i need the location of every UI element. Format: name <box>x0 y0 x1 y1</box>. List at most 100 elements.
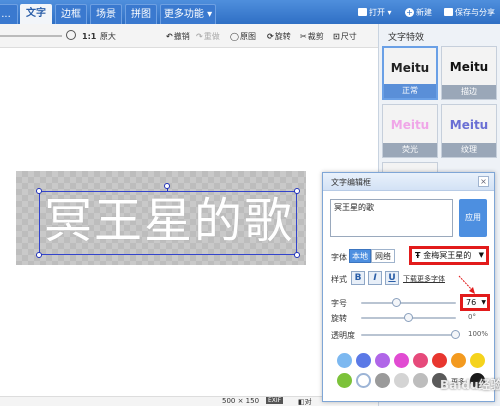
scissors-icon: ✂ <box>300 32 307 41</box>
watermark: Baidu经验 <box>440 378 500 392</box>
dialog-title: 文字编辑框 <box>331 178 371 187</box>
font-icon: Ŧ <box>415 251 424 260</box>
resize-button[interactable]: ⊡尺寸 <box>333 31 357 43</box>
underline-button[interactable]: U <box>385 271 399 285</box>
opacity-slider-knob[interactable] <box>451 330 460 339</box>
save-icon <box>444 8 453 16</box>
zoom-slider[interactable] <box>0 35 62 37</box>
undo-icon: ↶ <box>166 32 173 41</box>
chevron-down-icon: ▼ <box>478 251 484 259</box>
text-editor-dialog: 文字编辑框 × 冥王星的歌 应用 字体 本地 网络 Ŧ 金梅冥王星的 ▼ 样式 B… <box>322 172 495 402</box>
effect-texture[interactable]: Meitu 纹理 <box>441 104 497 158</box>
rotate-icon: ⟳ <box>267 32 274 41</box>
resize-icon: ⊡ <box>333 32 340 41</box>
italic-button[interactable]: I <box>368 271 382 285</box>
image-dimensions: 500 × 150 <box>222 397 260 405</box>
size-label: 字号 <box>331 299 347 308</box>
font-source-local[interactable]: 本地 <box>349 249 371 263</box>
color-swatch[interactable] <box>413 373 428 388</box>
save-share-button[interactable]: 保存与分享 <box>444 5 495 20</box>
rotate-label: 旋转 <box>274 32 291 41</box>
compare-icon: ◧ <box>298 398 305 406</box>
tab-more-features[interactable]: 更多功能 ▾ <box>160 4 216 24</box>
new-label: 新建 <box>416 8 432 17</box>
rotate-button[interactable]: ⟳旋转 <box>267 31 291 43</box>
close-icon[interactable]: × <box>478 176 489 187</box>
canvas-toolbar: 1:1 原大 ↶撤销 ↷重做 ◯原图 ⟳旋转 ✂裁剪 ⊡尺寸 <box>0 24 378 48</box>
color-swatch-selected[interactable] <box>356 373 371 388</box>
crop-button[interactable]: ✂裁剪 <box>300 31 324 43</box>
resize-handle-top-right[interactable] <box>294 188 300 194</box>
redo-label: 重做 <box>203 32 220 41</box>
text-selection-box[interactable] <box>39 191 297 255</box>
font-source-online[interactable]: 网络 <box>371 249 395 263</box>
effect-preview: Meitu <box>449 118 489 132</box>
folder-icon <box>358 8 367 16</box>
color-swatch[interactable] <box>375 353 390 368</box>
effect-label: 纹理 <box>442 143 496 157</box>
resize-handle-bottom-left[interactable] <box>36 252 42 258</box>
opacity-label: 透明度 <box>331 331 355 340</box>
rotate-value: 0° <box>468 313 476 321</box>
compare-label: 对 <box>304 398 312 406</box>
original-image-button[interactable]: ◯原图 <box>230 31 256 43</box>
size-slider-knob[interactable] <box>392 298 401 307</box>
exif-badge[interactable]: EXIF <box>266 397 284 404</box>
bold-button[interactable]: B <box>351 271 365 285</box>
opacity-value: 100% <box>468 330 489 338</box>
size-slider[interactable] <box>361 302 456 304</box>
zoom-original-button[interactable]: 1:1 原大 <box>82 31 116 43</box>
open-button[interactable]: 打开 ▾ <box>358 5 392 20</box>
style-label: 样式 <box>331 275 347 284</box>
opacity-slider[interactable] <box>361 334 456 336</box>
tab-text[interactable]: 文字 <box>20 4 52 24</box>
top-menu-bar: ... 文字 边框 场景 拼图 更多功能 ▾ 打开 ▾ + 新建 保存与分享 <box>0 0 500 24</box>
font-label: 字体 <box>331 253 347 262</box>
resize-handle-bottom-right[interactable] <box>294 252 300 258</box>
tab-scene[interactable]: 场景 <box>90 4 122 24</box>
rotate-slider-knob[interactable] <box>404 313 413 322</box>
effect-preview: Meitu <box>390 118 430 132</box>
rotate-label: 旋转 <box>331 314 347 323</box>
font-name: 金梅冥王星的 <box>423 251 472 260</box>
dialog-header: 文字编辑框 × <box>323 173 494 191</box>
font-select[interactable]: Ŧ 金梅冥王星的 ▼ <box>409 246 489 265</box>
size-value: 76 <box>466 298 477 307</box>
rotate-handle[interactable] <box>164 183 170 189</box>
download-fonts-link[interactable]: 下载更多字体 <box>403 274 445 284</box>
redo-button[interactable]: ↷重做 <box>196 31 220 43</box>
text-input[interactable]: 冥王星的歌 <box>330 199 453 237</box>
zoom-in-icon[interactable] <box>66 30 76 40</box>
tab-frame[interactable]: 边框 <box>55 4 87 24</box>
effect-normal[interactable]: Meitu 正常 <box>382 46 438 100</box>
circle-icon: ◯ <box>230 32 239 41</box>
tab-more-features-label: 更多功能 <box>163 9 204 20</box>
size-select[interactable]: 76 ▼ <box>460 294 490 311</box>
effect-label: 荧光 <box>383 143 437 157</box>
apply-button[interactable]: 应用 <box>459 199 487 237</box>
effects-panel-title: 文字特效 <box>388 33 425 43</box>
color-swatch[interactable] <box>375 373 390 388</box>
color-swatch[interactable] <box>470 353 485 368</box>
effect-label: 描边 <box>442 85 496 99</box>
color-swatch[interactable] <box>413 353 428 368</box>
color-swatch[interactable] <box>337 373 352 388</box>
undo-button[interactable]: ↶撤销 <box>166 31 190 43</box>
color-swatch[interactable] <box>451 353 466 368</box>
resize-handle-top-left[interactable] <box>36 188 42 194</box>
effect-preview: Meitu <box>449 60 489 74</box>
tab-collage[interactable]: 拼图 <box>125 4 157 24</box>
original-size-label: 原大 <box>99 32 116 41</box>
color-swatch[interactable] <box>394 373 409 388</box>
tab-prev[interactable]: ... <box>0 4 18 24</box>
crop-label: 裁剪 <box>307 32 324 41</box>
color-swatch[interactable] <box>432 353 447 368</box>
open-label: 打开 <box>369 8 385 17</box>
color-swatch[interactable] <box>356 353 371 368</box>
effect-stroke[interactable]: Meitu 描边 <box>441 46 497 100</box>
color-swatch[interactable] <box>337 353 352 368</box>
size-label: 尺寸 <box>340 32 357 41</box>
color-swatch[interactable] <box>394 353 409 368</box>
new-button[interactable]: + 新建 <box>405 5 432 20</box>
effect-glow[interactable]: Meitu 荧光 <box>382 104 438 158</box>
